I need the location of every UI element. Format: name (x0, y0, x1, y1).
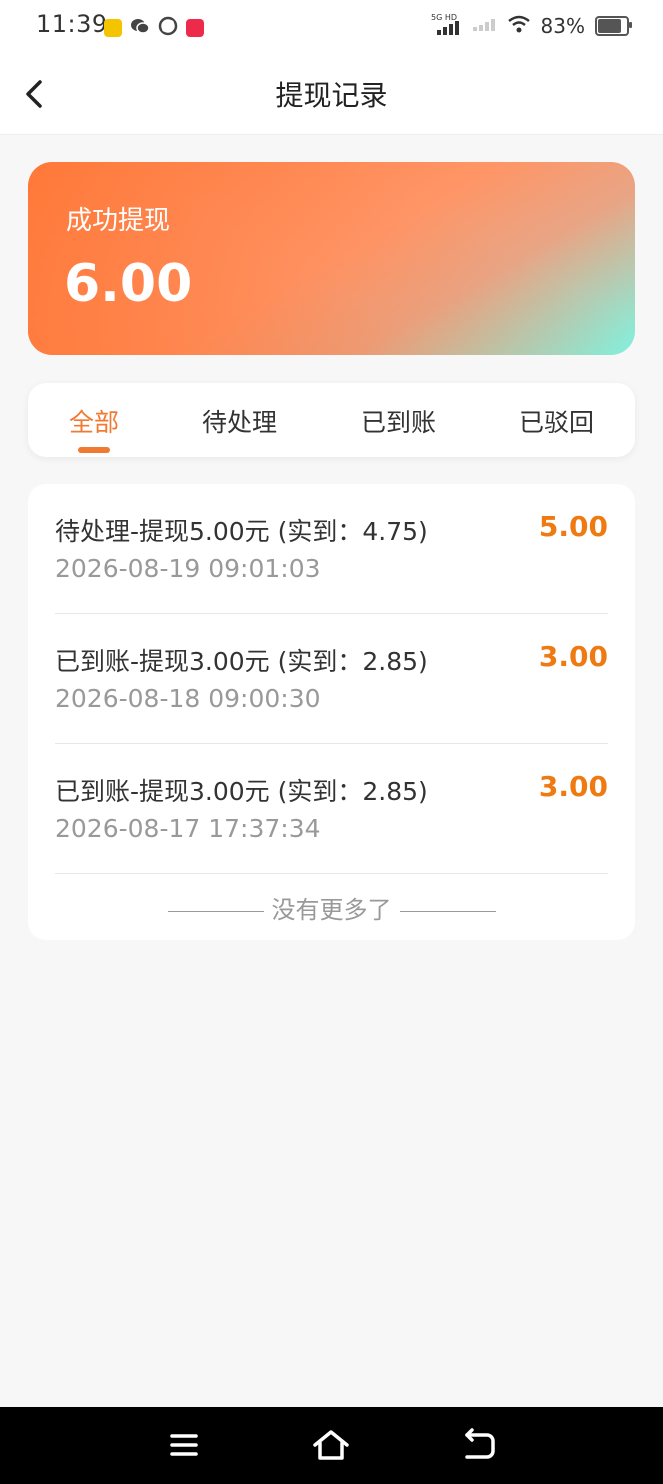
link-app-icon (158, 16, 178, 40)
menu-button[interactable] (164, 1425, 204, 1465)
tab-rejected[interactable]: 已驳回 (519, 403, 594, 439)
status-indicators: 5G HD 83% (431, 12, 632, 40)
record-amount: 3.00 (538, 770, 608, 803)
tab-received[interactable]: 已到账 (361, 403, 436, 439)
no-more-footer: 没有更多了 (28, 890, 635, 925)
record-amount: 5.00 (538, 510, 608, 543)
filter-tabs: 全部 待处理 已到账 已驳回 (28, 383, 635, 457)
header: 提现记录 (0, 52, 663, 135)
list-item[interactable]: 已到账-提现3.00元 (实到：2.85) 2026-08-18 09:00:3… (55, 614, 608, 744)
withdraw-record-list: 待处理-提现5.00元 (实到：4.75) 2026-08-19 09:01:0… (28, 484, 635, 940)
tab-pending[interactable]: 待处理 (202, 403, 277, 439)
back-arrow-icon (465, 1428, 495, 1459)
home-button[interactable] (311, 1425, 351, 1465)
record-title: 已到账-提现3.00元 (实到：2.85) (55, 777, 428, 806)
no-more-text: 没有更多了 (271, 896, 392, 924)
menu-icon (170, 1434, 198, 1456)
record-amount: 3.00 (538, 640, 608, 673)
record-title: 已到账-提现3.00元 (实到：2.85) (55, 647, 428, 676)
summary-label: 成功提现 (66, 206, 171, 236)
record-time: 2026-08-19 09:01:03 (55, 554, 321, 583)
battery-percentage: 83% (540, 14, 585, 38)
list-item[interactable]: 待处理-提现5.00元 (实到：4.75) 2026-08-19 09:01:0… (55, 484, 608, 614)
active-tab-indicator (78, 447, 110, 453)
wifi-icon (507, 14, 531, 38)
system-back-button[interactable] (459, 1425, 499, 1465)
page-title: 提现记录 (275, 79, 388, 112)
record-time: 2026-08-18 09:00:30 (55, 684, 321, 713)
red-app-icon (186, 19, 204, 37)
wechat-icon (130, 17, 150, 39)
withdraw-summary-card: 成功提现 6.00 (28, 162, 635, 355)
status-bar: 11:39 5G HD 83% (0, 0, 663, 52)
notification-icons (104, 16, 204, 40)
record-time: 2026-08-17 17:37:34 (55, 814, 321, 843)
system-navigation-bar (0, 1407, 663, 1484)
svg-text:5G HD: 5G HD (431, 13, 457, 22)
app-notification-icon (104, 19, 122, 37)
list-item[interactable]: 已到账-提现3.00元 (实到：2.85) 2026-08-17 17:37:3… (55, 744, 608, 874)
signal-5g-icon: 5G HD (431, 12, 463, 40)
record-title: 待处理-提现5.00元 (实到：4.75) (55, 517, 428, 546)
battery-icon (595, 16, 632, 36)
signal-icon (472, 16, 497, 36)
home-icon (313, 1430, 349, 1460)
tab-all[interactable]: 全部 (69, 403, 119, 439)
status-time: 11:39 (36, 10, 108, 38)
divider (55, 873, 608, 874)
summary-amount: 6.00 (64, 254, 193, 314)
